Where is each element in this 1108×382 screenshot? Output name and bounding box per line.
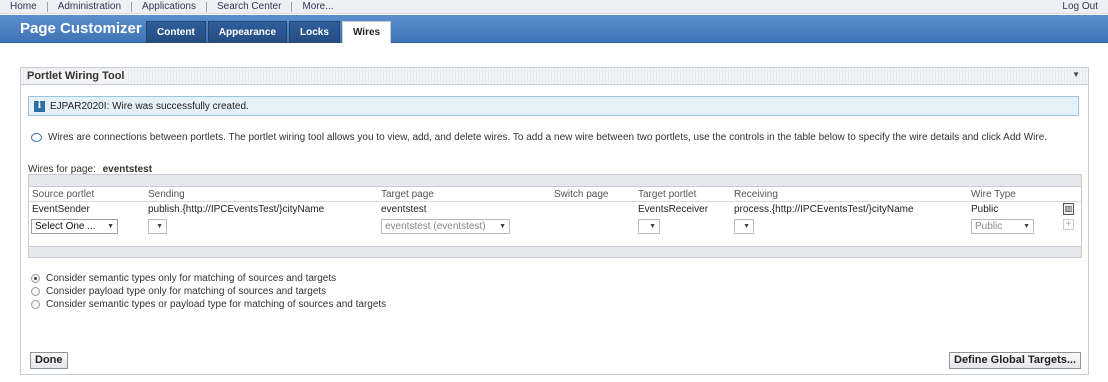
add-wire-plus-icon[interactable]: + (1063, 219, 1074, 230)
row-target-page: eventstest (381, 204, 427, 215)
table-top-strip (29, 175, 1081, 187)
nav-home[interactable]: Home (0, 0, 47, 14)
page-title: Page Customizer (20, 20, 142, 37)
col-source-portlet: Source portlet (32, 189, 95, 200)
wire-type-select[interactable]: Public ▼ (971, 219, 1034, 234)
table-header-row: Source portlet Sending Target page Switc… (29, 187, 1081, 202)
trash-icon[interactable]: ▥ (1063, 203, 1074, 215)
portlet-wiring-panel: Portlet Wiring Tool ▼ i EJPAR2020I: Wire… (20, 67, 1089, 375)
option-semantic-only[interactable]: Consider semantic types only for matchin… (31, 272, 386, 284)
matching-options: Consider semantic types only for matchin… (31, 272, 386, 311)
page-customizer-header: Page Customizer Content Appearance Locks… (0, 15, 1108, 43)
table-bottom-strip (29, 246, 1081, 257)
nav-applications[interactable]: Applications (132, 0, 206, 14)
radio-button[interactable] (31, 299, 40, 309)
chevron-down-icon: ▼ (1023, 223, 1030, 230)
wires-table: Source portlet Sending Target page Switc… (28, 174, 1082, 258)
chevron-down-icon[interactable]: ▼ (1072, 70, 1080, 79)
panel-title: Portlet Wiring Tool (27, 70, 129, 82)
tab-locks[interactable]: Locks (289, 21, 340, 43)
target-page-select-value: eventstest (eventstest) (385, 221, 486, 232)
info-icon: i (34, 100, 45, 112)
tab-appearance[interactable]: Appearance (207, 21, 288, 43)
table-row: EventSender publish.{http://IPCEventsTes… (29, 202, 1081, 218)
speech-bubble-icon (31, 133, 42, 142)
row-wire-type: Public (971, 204, 999, 215)
source-portlet-select-value: Select One ... (35, 221, 96, 232)
define-global-targets-button[interactable]: Define Global Targets... (949, 352, 1082, 369)
col-wire-type: Wire Type (971, 189, 1016, 200)
option-semantic-or-payload[interactable]: Consider semantic types or payload type … (31, 298, 386, 310)
target-portlet-select[interactable]: ▼ (638, 219, 660, 234)
radio-button[interactable] (31, 286, 40, 296)
option-label: Consider semantic types only for matchin… (46, 272, 337, 284)
done-button[interactable]: Done (30, 352, 68, 369)
nav-more[interactable]: More... (292, 0, 343, 14)
row-target-portlet: EventsReceiver (638, 204, 709, 215)
chevron-down-icon: ▼ (499, 223, 506, 230)
description: Wires are connections between portlets. … (31, 132, 1047, 143)
row-receiving: process.{http://IPCEventsTest/}cityName (734, 204, 914, 215)
chevron-down-icon: ▼ (156, 223, 163, 230)
logout-link[interactable]: Log Out (1062, 0, 1098, 14)
row-sending: publish.{http://IPCEventsTest/}cityName (148, 204, 325, 215)
option-payload-only[interactable]: Consider payload type only for matching … (31, 285, 386, 297)
col-sending: Sending (148, 189, 185, 200)
tab-bar: Content Appearance Locks Wires (146, 21, 393, 43)
option-label: Consider semantic types or payload type … (46, 298, 387, 310)
panel-header: Portlet Wiring Tool ▼ (21, 68, 1088, 85)
col-receiving: Receiving (734, 189, 778, 200)
option-label: Consider payload type only for matching … (46, 285, 327, 297)
top-navigation: Home Administration Applications Search … (0, 0, 1108, 14)
success-message: i EJPAR2020I: Wire was successfully crea… (28, 96, 1079, 116)
chevron-down-icon: ▼ (743, 223, 750, 230)
description-text: Wires are connections between portlets. … (48, 132, 1048, 143)
chevron-down-icon: ▼ (107, 223, 114, 230)
chevron-down-icon: ▼ (649, 223, 656, 230)
radio-button[interactable] (31, 273, 40, 283)
receiving-select[interactable]: ▼ (734, 219, 754, 234)
col-switch-page: Switch page (554, 189, 609, 200)
sending-select[interactable]: ▼ (148, 219, 167, 234)
row-source: EventSender (32, 204, 90, 215)
success-message-text: EJPAR2020I: Wire was successfully create… (50, 100, 249, 112)
col-target-portlet: Target portlet (638, 189, 697, 200)
col-target-page: Target page (381, 189, 434, 200)
tab-wires[interactable]: Wires (341, 21, 392, 43)
tab-content[interactable]: Content (146, 21, 206, 43)
wire-type-select-value: Public (975, 221, 1003, 232)
source-portlet-select[interactable]: Select One ... ▼ (31, 219, 118, 234)
target-page-select[interactable]: eventstest (eventstest) ▼ (381, 219, 510, 234)
nav-administration[interactable]: Administration (48, 0, 131, 14)
nav-search-center[interactable]: Search Center (207, 0, 291, 14)
add-wire-row: Select One ... ▼ ▼ eventstest (eventstes… (29, 218, 1081, 234)
